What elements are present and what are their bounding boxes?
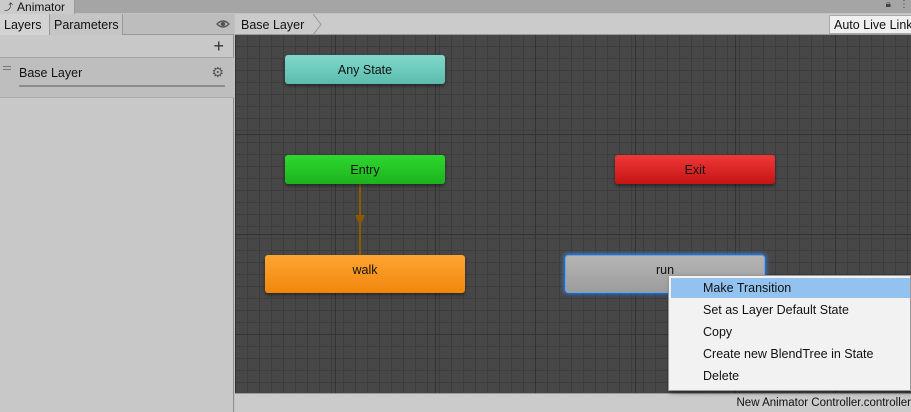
menu-item-create-blendtree[interactable]: Create new BlendTree in State [671,344,910,364]
menu-item-label: Delete [703,369,740,383]
tab-parameters-label: Parameters [54,17,119,32]
kebab-menu-icon[interactable]: ⋮ [899,0,909,10]
layer-weight-slider[interactable] [19,85,225,87]
state-label: Entry [350,162,380,177]
state-any-state[interactable]: Any State [285,55,445,84]
animator-window-tab[interactable]: ⤴ Animator [0,0,75,14]
animator-icon: ⤴ [4,2,14,12]
breadcrumb-base-layer: Base Layer [241,17,305,32]
breadcrumb-arrow-icon [313,14,322,35]
gear-icon[interactable]: ⚙ [211,65,224,79]
menu-item-label: Create new BlendTree in State [703,347,874,361]
state-label: Any State [337,62,393,77]
menu-item-label: Copy [703,325,733,339]
window-title-bar: ⤴ Animator 🔒︎ ⋮ [0,0,911,14]
eye-icon[interactable] [216,17,230,31]
auto-live-link-toggle[interactable]: Auto Live Link [829,15,911,34]
menu-item-copy[interactable]: Copy [671,322,910,342]
status-bar: New Animator Controller.controller [235,393,911,412]
graph-toolbar: Base Layer Auto Live Link [235,14,911,35]
drag-handle-icon[interactable] [3,66,11,70]
controller-asset-path: New Animator Controller.controller [736,397,911,409]
tab-layers-label: Layers [4,17,42,32]
state-context-menu: Make Transition Set as Layer Default Sta… [668,275,911,391]
breadcrumb[interactable]: Base Layer [235,14,304,35]
panel-tabs: Layers Parameters [0,14,234,35]
add-layer-button[interactable]: + [213,37,224,55]
menu-item-delete[interactable]: Delete [671,366,910,386]
window-title: Animator [17,0,66,14]
layer-toolbar: + [0,35,234,58]
window-controls: 🔒︎ ⋮ [886,0,909,10]
state-entry[interactable]: Entry [285,155,445,184]
state-exit[interactable]: Exit [615,155,775,184]
lock-icon[interactable]: 🔒︎ [886,0,891,10]
menu-item-set-default-state[interactable]: Set as Layer Default State [671,300,910,320]
menu-item-label: Set as Layer Default State [703,303,849,317]
tab-layers[interactable]: Layers [0,14,50,35]
layers-panel: Layers Parameters + Base Layer ⚙ [0,14,234,412]
layer-name: Base Layer [19,66,83,80]
state-label: Exit [684,162,706,177]
state-label: walk [352,263,378,277]
state-walk[interactable]: walk [265,255,465,293]
menu-item-make-transition[interactable]: Make Transition [671,278,910,298]
menu-item-label: Make Transition [703,281,792,295]
layer-item-base-layer[interactable]: Base Layer ⚙ [0,58,234,98]
auto-live-link-label: Auto Live Link [834,17,911,32]
tab-parameters[interactable]: Parameters [50,14,123,35]
